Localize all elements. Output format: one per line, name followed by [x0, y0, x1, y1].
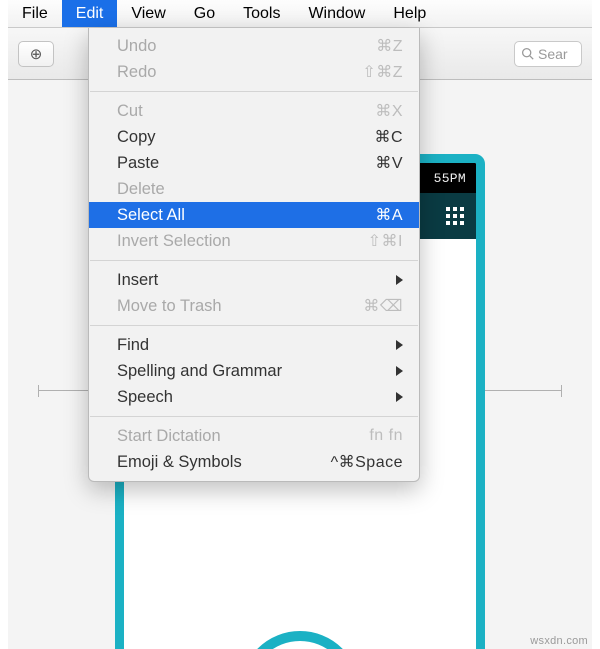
- menuitem-label: Select All: [117, 206, 185, 225]
- menuitem-label: Move to Trash: [117, 297, 222, 316]
- menuitem-shortcut: ⌘A: [375, 205, 403, 225]
- menuitem-insert[interactable]: Insert: [89, 267, 419, 293]
- zoom-in-icon: ⊕: [30, 45, 43, 63]
- status-time: 55PM: [434, 171, 466, 186]
- menuitem-shortcut: ⌘V: [375, 153, 403, 173]
- submenu-arrow-icon: [396, 340, 403, 350]
- menuitem-shortcut: ⌘C: [374, 127, 403, 147]
- menuitem-invert-selection: Invert Selection ⇧⌘I: [89, 228, 419, 254]
- menuitem-copy[interactable]: Copy ⌘C: [89, 124, 419, 150]
- menuitem-select-all[interactable]: Select All ⌘A: [89, 202, 419, 228]
- apps-grid-icon: [446, 207, 464, 225]
- app-window: File Edit View Go Tools Window Help ⊕ Se…: [0, 0, 600, 649]
- menuitem-cut: Cut ⌘X: [89, 98, 419, 124]
- menuitem-label: Copy: [117, 128, 156, 147]
- menuitem-label: Spelling and Grammar: [117, 362, 282, 381]
- menuitem-label: Cut: [117, 102, 143, 121]
- brand-circle: M: [240, 631, 360, 649]
- system-menubar: File Edit View Go Tools Window Help: [8, 0, 592, 28]
- menuitem-label: Find: [117, 336, 149, 355]
- menuitem-label: Redo: [117, 63, 156, 82]
- menuitem-shortcut: ⇧⌘Z: [362, 62, 403, 82]
- menuitem-label: Emoji & Symbols: [117, 453, 242, 472]
- menuitem-shortcut: fn fn: [369, 427, 403, 445]
- edit-menu-dropdown: Undo ⌘Z Redo ⇧⌘Z Cut ⌘X Copy ⌘C Paste ⌘V Delete Sel…: [88, 28, 420, 482]
- menu-go[interactable]: Go: [180, 0, 229, 27]
- menu-separator: [90, 91, 418, 92]
- menuitem-label: Insert: [117, 271, 158, 290]
- menu-separator: [90, 416, 418, 417]
- zoom-in-button[interactable]: ⊕: [18, 41, 54, 67]
- search-input[interactable]: Sear: [514, 41, 582, 67]
- menu-window[interactable]: Window: [294, 0, 379, 27]
- menuitem-shortcut: ^⌘Space: [331, 452, 403, 472]
- menu-help[interactable]: Help: [379, 0, 440, 27]
- submenu-arrow-icon: [396, 275, 403, 285]
- menuitem-redo: Redo ⇧⌘Z: [89, 59, 419, 85]
- menuitem-label: Undo: [117, 37, 156, 56]
- menuitem-start-dictation: Start Dictation fn fn: [89, 423, 419, 449]
- search-icon: [521, 47, 534, 60]
- menu-edit[interactable]: Edit: [62, 0, 118, 27]
- menu-separator: [90, 260, 418, 261]
- menuitem-label: Delete: [117, 180, 165, 199]
- menu-tools[interactable]: Tools: [229, 0, 294, 27]
- menuitem-undo: Undo ⌘Z: [89, 33, 419, 59]
- menuitem-label: Invert Selection: [117, 232, 231, 251]
- menuitem-shortcut: ⌘Z: [376, 36, 403, 56]
- menuitem-find[interactable]: Find: [89, 332, 419, 358]
- menuitem-emoji-symbols[interactable]: Emoji & Symbols ^⌘Space: [89, 449, 419, 475]
- menuitem-delete: Delete: [89, 176, 419, 202]
- submenu-arrow-icon: [396, 366, 403, 376]
- menuitem-label: Paste: [117, 154, 159, 173]
- menuitem-speech[interactable]: Speech: [89, 384, 419, 410]
- menuitem-label: Speech: [117, 388, 173, 407]
- menuitem-shortcut: ⌘X: [375, 101, 403, 121]
- watermark-text: wsxdn.com: [530, 635, 588, 647]
- menuitem-shortcut: ⌘⌫: [363, 296, 403, 316]
- menu-file[interactable]: File: [8, 0, 62, 27]
- menuitem-shortcut: ⇧⌘I: [368, 231, 403, 251]
- menuitem-paste[interactable]: Paste ⌘V: [89, 150, 419, 176]
- submenu-arrow-icon: [396, 392, 403, 402]
- menuitem-move-to-trash: Move to Trash ⌘⌫: [89, 293, 419, 319]
- menuitem-spelling-and-grammar[interactable]: Spelling and Grammar: [89, 358, 419, 384]
- search-placeholder: Sear: [538, 46, 568, 62]
- menuitem-label: Start Dictation: [117, 427, 221, 446]
- menu-view[interactable]: View: [117, 0, 179, 27]
- menu-separator: [90, 325, 418, 326]
